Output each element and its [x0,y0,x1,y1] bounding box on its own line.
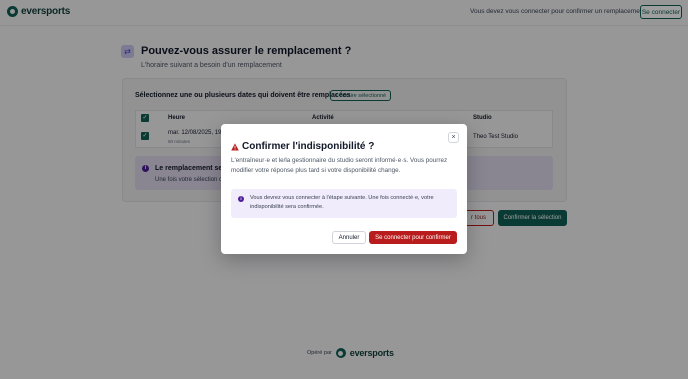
dialog-title: Confirmer l'indisponibilité ? [242,141,375,152]
confirm-unavailability-dialog: × Confirmer l'indisponibilité ? L'entraî… [221,124,467,254]
dialog-info-box: i Vous devrez vous connecter à l'étape s… [231,189,457,218]
login-to-confirm-button[interactable]: Se connecter pour confirmer [369,231,457,244]
info-icon: i [238,196,244,202]
cancel-button[interactable]: Annuler [332,231,366,244]
close-icon[interactable]: × [448,132,459,143]
warning-icon [231,143,239,151]
dialog-info-text: Vous devrez vous connecter à l'étape sui… [250,195,434,210]
dialog-description: L'entraîneur·e et le/la gestionnaire du … [231,157,448,174]
